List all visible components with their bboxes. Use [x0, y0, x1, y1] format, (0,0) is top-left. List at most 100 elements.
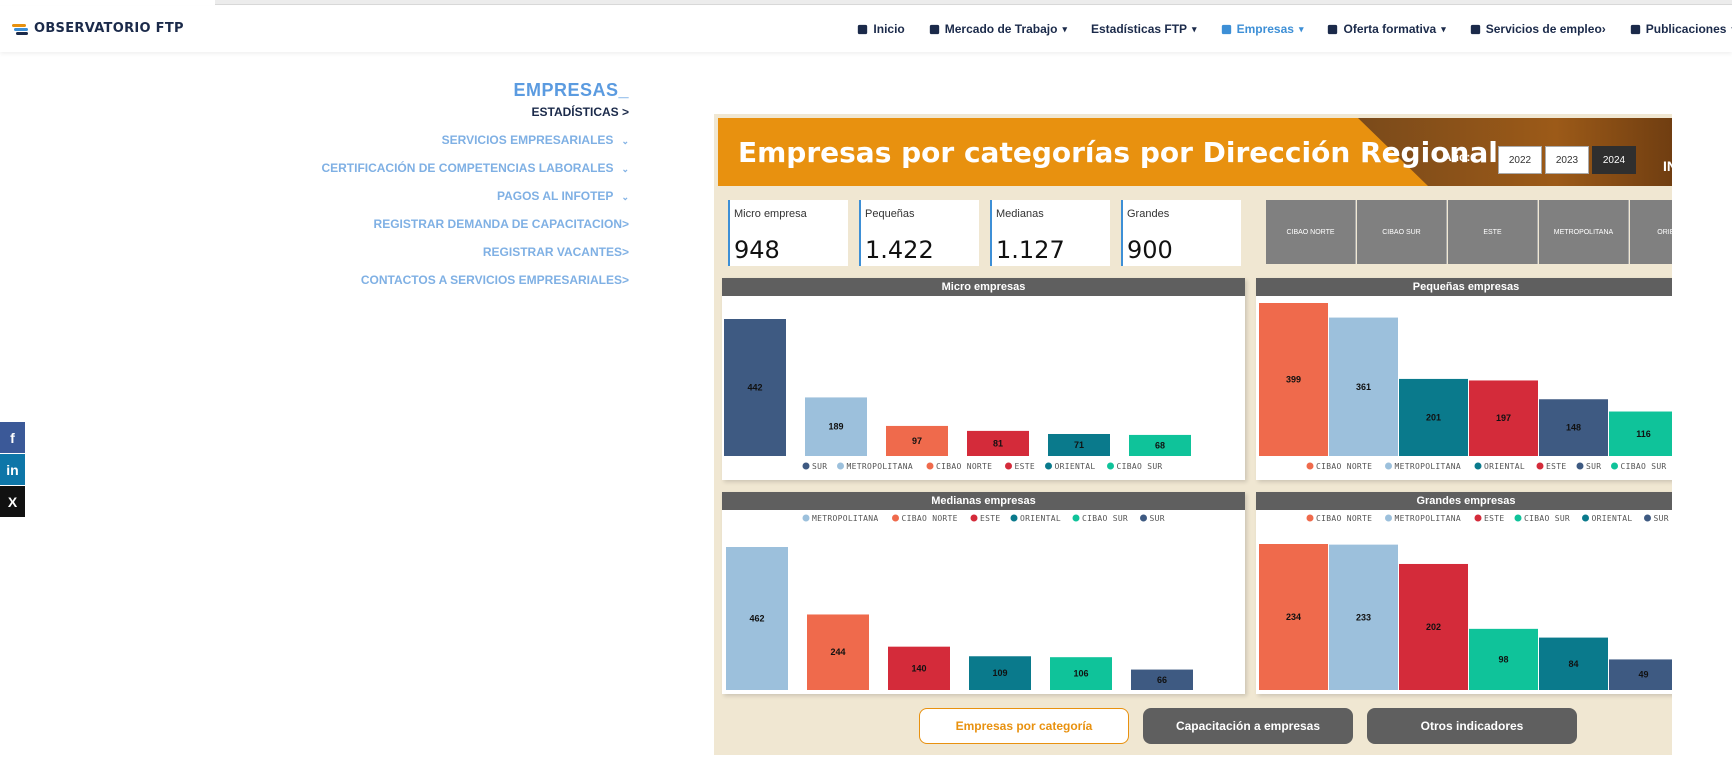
data-label: 106 [1073, 669, 1088, 679]
region-filter-button[interactable]: CIBAO SUR [1357, 200, 1447, 264]
legend-marker [837, 462, 844, 470]
legend-label: CIBAO SUR [1082, 514, 1128, 523]
year-filter-2023[interactable]: 2023 [1545, 146, 1589, 174]
region-filter-button[interactable]: CIBAO NORTE [1266, 200, 1356, 264]
section-menu: EMPRESAS_ ESTADÍSTICAS > SERVICIOS EMPRE… [321, 80, 629, 287]
menu-item-2[interactable]: PAGOS AL INFOTEP ⌄ [321, 189, 629, 203]
legend-label: CIBAO NORTE [902, 514, 958, 523]
menu-item-0[interactable]: SERVICIOS EMPRESARIALES ⌄ [321, 133, 629, 147]
nav-item-3[interactable]: Empresas ▾ [1221, 22, 1303, 36]
legend-label: ORIENTAL [1484, 462, 1525, 471]
chevron-down-icon: ⌄ [621, 136, 629, 146]
menu-item-5[interactable]: CONTACTOS A SERVICIOS EMPRESARIALES> [321, 273, 629, 287]
menu-item-label: CONTACTOS A SERVICIOS EMPRESARIALES> [360, 273, 629, 287]
legend-marker [1306, 514, 1314, 522]
legend-marker [802, 514, 810, 522]
kpi-label: Micro empresa [734, 208, 807, 220]
menu-item-4[interactable]: REGISTRAR VACANTES> [321, 245, 629, 259]
nav-item-1[interactable]: Mercado de Trabajo ▾ [929, 22, 1067, 36]
page-tab-button[interactable]: Capacitación a empresas [1143, 708, 1353, 744]
x-icon: X [7, 493, 18, 510]
nav-item-2[interactable]: Estadísticas FTP ▾ [1091, 22, 1197, 36]
nav-item-0[interactable]: Inicio [857, 22, 905, 36]
legend-marker [1474, 514, 1482, 522]
facebook-share-button[interactable]: f [0, 422, 25, 453]
data-label: 244 [830, 647, 845, 657]
legend-marker [892, 514, 899, 522]
page-tab-button[interactable]: Otros indicadores [1367, 708, 1577, 744]
legend-label: ESTE [1015, 462, 1035, 471]
dashboard-banner: Empresas por categorías por Dirección Re… [718, 118, 1672, 186]
data-label: 66 [1157, 675, 1167, 685]
data-label: 201 [1426, 412, 1441, 422]
kpi-value: 948 [734, 236, 780, 264]
legend-label: CIBAO NORTE [936, 462, 992, 471]
menu-item-label: PAGOS AL INFOTEP [496, 189, 614, 203]
year-filter-2022[interactable]: 2022 [1498, 146, 1542, 174]
data-label: 84 [1568, 659, 1578, 669]
legend-marker [1576, 462, 1584, 470]
legend-label: SUR [1586, 462, 1601, 471]
data-label: 202 [1426, 622, 1441, 632]
chevron-down-icon: ▾ [1062, 23, 1067, 34]
legend-marker [1474, 462, 1482, 470]
nav-item-label: Empresas [1236, 22, 1294, 36]
legend-label: SUR [1150, 514, 1165, 523]
facebook-icon: f [10, 429, 15, 446]
legend-marker [1306, 462, 1314, 470]
legend-marker [1514, 514, 1522, 522]
region-filter-button[interactable]: ESTE [1448, 200, 1538, 264]
legend-marker [1010, 514, 1018, 522]
legend-label: CIBAO SUR [1117, 462, 1163, 471]
banner-extra-text: IN [1663, 158, 1672, 174]
legend-label: ESTE [1546, 462, 1566, 471]
bar-chart: 399 361 201 197 148 116 CIBAO NORTE METROPOLITA… [1259, 303, 1672, 471]
graduation-cap-icon [1328, 24, 1338, 34]
nav-item-4[interactable]: Oferta formativa ▾ [1327, 22, 1446, 36]
linkedin-share-button[interactable]: in [0, 454, 25, 485]
legend-label: ESTE [1484, 514, 1504, 523]
legend-label: METROPOLITANA [1395, 462, 1462, 471]
handshake-icon [1221, 24, 1231, 34]
data-label: 148 [1566, 423, 1581, 433]
legend-label: CIBAO NORTE [1316, 462, 1372, 471]
kpi-card: Grandes 900 [1121, 200, 1241, 266]
page-tab-button[interactable]: Empresas por categoría [919, 708, 1129, 744]
kpi-value: 900 [1127, 236, 1173, 264]
region-filter-button[interactable]: METROPOLITANA [1539, 200, 1629, 264]
data-label: 140 [911, 663, 926, 673]
kpi-card: Pequeñas 1.422 [859, 200, 979, 266]
legend-marker [1140, 514, 1147, 522]
data-label: 116 [1636, 429, 1651, 439]
x-share-button[interactable]: X [0, 486, 25, 517]
legend-marker [1005, 462, 1012, 470]
kpi-label: Grandes [1127, 208, 1170, 220]
panel-title: Micro empresas [722, 278, 1245, 296]
year-filter-2024[interactable]: 2024 [1592, 146, 1636, 174]
chevron-down-icon: ▾ [1192, 23, 1197, 34]
data-label: 97 [912, 436, 922, 446]
legend-marker [1611, 462, 1618, 470]
main-nav: Inicio Mercado de Trabajo ▾ Estadísticas FT… [833, 6, 1732, 52]
panel-title: Grandes empresas [1256, 492, 1672, 510]
legend-label: CIBAO SUR [1524, 514, 1570, 523]
nav-item-label: Estadísticas FTP [1091, 22, 1188, 36]
table-icon [929, 24, 939, 34]
menu-item-3[interactable]: REGISTRAR DEMANDA DE CAPACITACION> [321, 217, 629, 231]
menu-item-1[interactable]: CERTIFICACIÓN DE COMPETENCIAS LABORALES ⌄ [321, 161, 629, 175]
section-title: EMPRESAS_ [513, 80, 629, 100]
data-label: 71 [1074, 440, 1084, 450]
region-filter-button[interactable]: ORIENTAL [1630, 200, 1672, 264]
legend-marker [926, 462, 934, 470]
nav-item-5[interactable]: Servicios de empleo› [1470, 22, 1606, 36]
nav-item-6[interactable]: Publicaciones▾ [1630, 22, 1732, 36]
panel-title: Pequeñas empresas [1256, 278, 1672, 296]
legend-label: METROPOLITANA [812, 514, 879, 523]
menu-estadisticas-link[interactable]: ESTADÍSTICAS > [321, 105, 629, 119]
chevron-down-icon: ⌄ [621, 164, 629, 174]
nav-item-label: Inicio [873, 22, 905, 36]
kpi-value: 1.127 [996, 236, 1065, 264]
legend-marker [1536, 462, 1544, 470]
panel-micro-empresas: Micro empresas 442 189 97 81 71 68 SUR METROPOL… [722, 278, 1245, 480]
site-logo[interactable]: OBSERVATORIO FTP [12, 21, 184, 36]
